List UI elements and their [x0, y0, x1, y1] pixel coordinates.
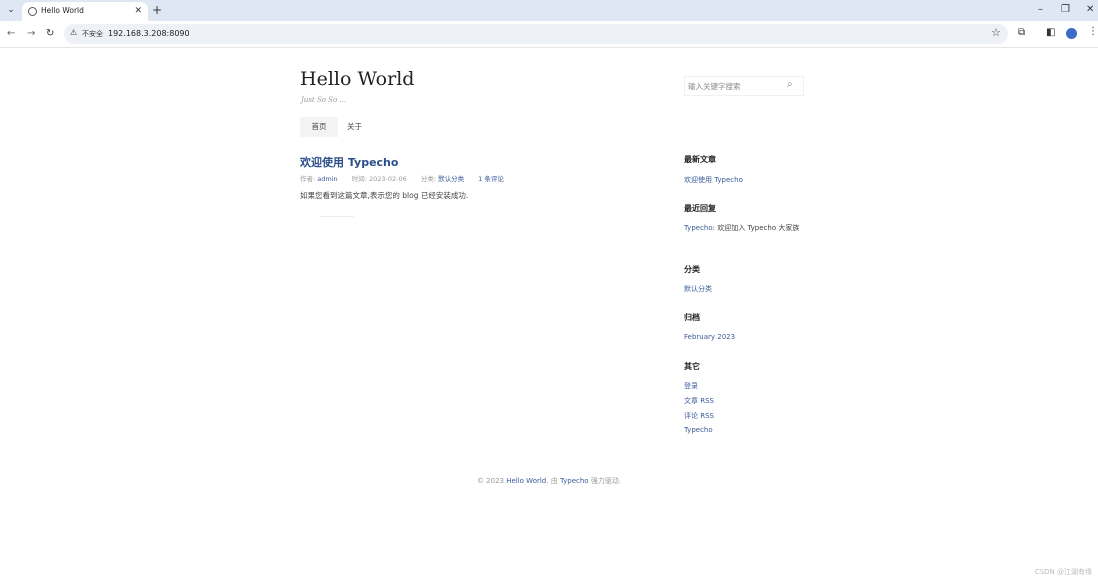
globe-icon: [28, 7, 37, 16]
typecho-link[interactable]: Typecho: [684, 426, 713, 434]
post-title[interactable]: 欢迎使用 Typecho: [300, 154, 398, 170]
post-body: 如果您看到这篇文章,表示您的 blog 已经安装成功.: [300, 191, 469, 200]
recent-comment: Typecho: 欢迎加入 Typecho 大家族: [684, 222, 804, 234]
category-link[interactable]: 默认分类: [684, 284, 712, 294]
meta-category[interactable]: 默认分类: [438, 175, 464, 183]
meta-category-label: 分类:: [420, 175, 439, 183]
tab-search-icon[interactable]: ⌄: [4, 3, 18, 17]
browser-toolbar: ← → ↻ ⚠ 不安全 192.168.3.208:8090: [0, 21, 1098, 48]
login-link[interactable]: 登录: [684, 381, 698, 391]
meta-author-label: 作者:: [300, 175, 318, 183]
recent-post-link[interactable]: 欢迎使用 Typecho: [684, 175, 743, 185]
extensions-icon[interactable]: ⧉: [1018, 27, 1025, 39]
footer-engine-link[interactable]: Typecho: [560, 477, 589, 485]
security-label[interactable]: 不安全: [82, 29, 103, 39]
nav-about[interactable]: 关于: [347, 117, 362, 137]
meta-comments[interactable]: 1 条评论: [478, 175, 504, 183]
footer-site-link[interactable]: Hello World: [506, 477, 546, 485]
meta-time: 时间: 2023-02-06: [351, 175, 407, 183]
recent-posts-title: 最新文章: [684, 155, 716, 164]
new-tab-icon[interactable]: +: [152, 3, 162, 17]
close-tab-icon[interactable]: ✕: [134, 5, 142, 17]
comments-rss-link[interactable]: 评论 RSS: [684, 411, 714, 421]
other-title: 其它: [684, 362, 700, 371]
post-meta: 作者: admin 时间: 2023-02-06 分类: 默认分类 1 条评论: [300, 173, 504, 183]
recent-comments-title: 最近回复: [684, 204, 716, 213]
footer-prefix: © 2023: [476, 477, 507, 485]
recent-comment-text: : 欢迎加入 Typecho 大家族: [712, 224, 800, 232]
profile-avatar-icon[interactable]: [1066, 28, 1077, 39]
minimize-icon[interactable]: –: [1038, 3, 1043, 17]
forward-icon[interactable]: →: [27, 27, 35, 41]
search-icon[interactable]: ⌕: [787, 79, 793, 90]
restore-icon[interactable]: ❐: [1061, 3, 1070, 17]
menu-icon[interactable]: ⋮: [1088, 26, 1098, 37]
footer-middle: . 由: [546, 477, 560, 485]
site-description: Just So So ...: [301, 96, 347, 104]
divider: [320, 216, 354, 217]
close-window-icon[interactable]: ✕: [1086, 3, 1094, 17]
footer: © 2023 Hello World. 由 Typecho 强力驱动.: [0, 476, 1098, 486]
search-input[interactable]: 输入关键字搜索: [688, 81, 741, 92]
search-box[interactable]: 输入关键字搜索 ⌕: [684, 76, 804, 96]
tab-title: Hello World: [41, 6, 84, 15]
archives-title: 归档: [684, 313, 700, 322]
footer-suffix: 强力驱动.: [588, 477, 622, 485]
browser-tab[interactable]: Hello World ✕: [22, 2, 148, 21]
site-title[interactable]: Hello World: [300, 68, 414, 90]
back-icon[interactable]: ←: [7, 27, 15, 41]
url-text[interactable]: 192.168.3.208:8090: [108, 29, 190, 38]
warning-icon: ⚠: [70, 28, 78, 37]
address-bar[interactable]: ⚠ 不安全 192.168.3.208:8090: [64, 24, 1008, 44]
watermark: CSDN @江湖有缘: [1034, 568, 1092, 576]
recent-comment-author[interactable]: Typecho: [684, 224, 713, 232]
categories-title: 分类: [684, 265, 700, 274]
posts-rss-link[interactable]: 文章 RSS: [684, 396, 714, 406]
side-panel-icon[interactable]: ◧: [1046, 27, 1055, 39]
tab-bar: ⌄ Hello World ✕ + – ❐ ✕: [0, 0, 1098, 21]
archive-link[interactable]: February 2023: [684, 333, 735, 341]
reload-icon[interactable]: ↻: [46, 27, 54, 41]
bookmark-star-icon[interactable]: ☆: [991, 26, 1001, 39]
nav-home[interactable]: 首页: [300, 117, 338, 137]
meta-author[interactable]: admin: [317, 175, 337, 183]
